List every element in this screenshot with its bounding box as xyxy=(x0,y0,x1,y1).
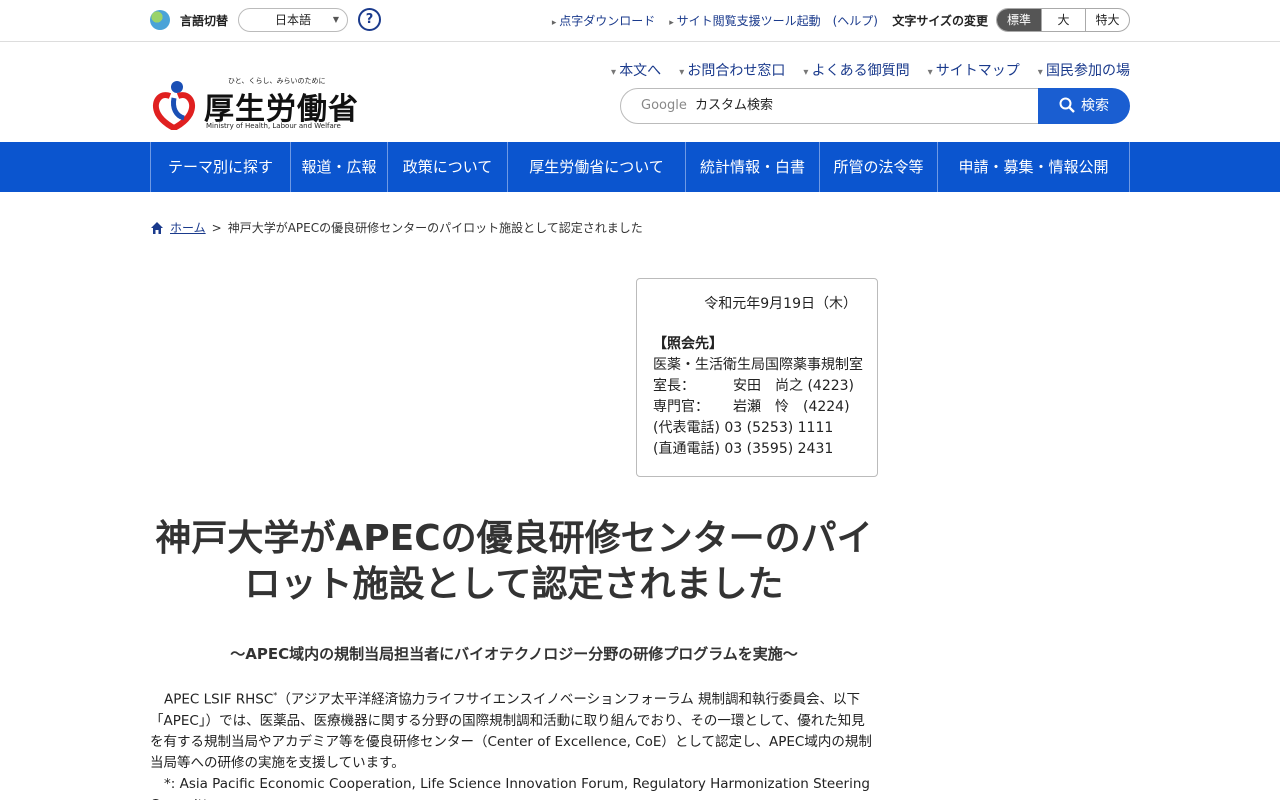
intro-paragraph: APEC LSIF RHSC*（アジア太平洋経済協力ライフサイエンスイノベーショ… xyxy=(150,685,878,774)
skip-to-content-link[interactable]: 本文へ xyxy=(611,60,661,80)
release-date: 令和元年9月19日（木） xyxy=(704,296,857,312)
nav-item-applications[interactable]: 申請・募集・情報公開 xyxy=(938,142,1130,192)
google-label: Google xyxy=(641,98,687,113)
nav-item-press[interactable]: 報道・広報 xyxy=(291,142,388,192)
font-size-label: 文字サイズの変更 xyxy=(892,14,988,28)
language-select[interactable]: 日本語 ▼ xyxy=(238,8,348,32)
utility-bar: 言語切替 日本語 ▼ ? 点字ダウンロード サイト閲覧支援ツール起動 (ヘルプ)… xyxy=(0,0,1280,42)
breadcrumb-home-link[interactable]: ホーム xyxy=(170,219,206,236)
contact-link[interactable]: お問合わせ窓口 xyxy=(679,60,785,80)
logo-english: Ministry of Health, Labour and Welfare xyxy=(206,122,341,130)
nav-item-laws[interactable]: 所管の法令等 xyxy=(820,142,938,192)
help-icon[interactable]: ? xyxy=(358,8,381,31)
font-size-standard-button[interactable]: 標準 xyxy=(997,9,1041,31)
faq-link[interactable]: よくある御質問 xyxy=(803,60,910,80)
nav-item-about[interactable]: 厚生労働省について xyxy=(508,142,686,192)
contact-department: 医薬・生活衛生局国際薬事規制室 xyxy=(653,357,863,373)
home-icon xyxy=(151,221,163,234)
search-input[interactable]: Google カスタム検索 xyxy=(620,88,1060,124)
search-icon xyxy=(1059,97,1075,113)
font-size-switcher: 標準 大 特大 xyxy=(996,8,1130,32)
direct-phone: (直通電話) 03 (3595) 2431 xyxy=(653,441,834,457)
language-switch-label: 言語切替 xyxy=(180,14,229,28)
dropdown-arrow-icon: ▼ xyxy=(332,15,339,24)
breadcrumb-current: 神戸大学がAPECの優良研修センターのパイロット施設として認定されました xyxy=(227,221,643,235)
language-select-value: 日本語 xyxy=(275,13,312,27)
font-size-xlarge-button[interactable]: 特大 xyxy=(1085,9,1129,31)
contact-heading: 【照会先】 xyxy=(653,336,723,352)
accessibility-tool-link[interactable]: サイト閲覧支援ツール起動 (ヘルプ) xyxy=(669,12,878,29)
sitemap-link[interactable]: サイトマップ xyxy=(928,60,1020,80)
contact-row-label: 専門官： xyxy=(653,399,709,415)
header-links: 本文へ お問合わせ窓口 よくある御質問 サイトマップ 国民参加の場 xyxy=(611,60,1130,80)
mhlw-logo-icon xyxy=(152,81,196,130)
search-button-label: 検索 xyxy=(1081,98,1109,114)
representative-phone: (代表電話) 03 (5253) 1111 xyxy=(653,420,834,436)
site-logo[interactable]: ひと、くらし、みらいのために 厚生労働省 Ministry of Health,… xyxy=(150,72,360,132)
footnote: *: Asia Pacific Economic Cooperation, Li… xyxy=(150,775,870,800)
site-header: ひと、くらし、みらいのために 厚生労働省 Ministry of Health,… xyxy=(150,42,1130,142)
search-placeholder: カスタム検索 xyxy=(694,98,773,113)
breadcrumb-separator: > xyxy=(211,220,222,235)
contact-box: 令和元年9月19日（木） 【照会先】 医薬・生活衛生局国際薬事規制室 室長： 安田… xyxy=(636,278,878,477)
contact-row: 専門官： 岩瀬 怜 (4224) xyxy=(653,397,877,418)
public-participation-link[interactable]: 国民参加の場 xyxy=(1038,60,1130,80)
font-size-large-button[interactable]: 大 xyxy=(1041,9,1085,31)
braille-download-link[interactable]: 点字ダウンロード xyxy=(552,12,655,29)
search-button[interactable]: 検索 xyxy=(1038,88,1130,124)
page-subtitle: ～APEC域内の規制当局担当者にバイオテクノロジー分野の研修プログラムを実施～ xyxy=(230,645,798,663)
contact-row-value: 岩瀬 怜 (4224) xyxy=(733,399,850,415)
contact-row: 室長： 安田 尚之 (4223) xyxy=(653,376,877,397)
contact-row-label: 室長： xyxy=(653,378,695,394)
utility-links: 点字ダウンロード サイト閲覧支援ツール起動 (ヘルプ) xyxy=(552,12,878,29)
page-title: 神戸大学がAPECの優良研修センターのパイロット施設として認定されました xyxy=(155,518,873,605)
breadcrumb: ホーム > 神戸大学がAPECの優良研修センターのパイロット施設として認定されま… xyxy=(150,219,643,236)
nav-item-themes[interactable]: テーマ別に探す xyxy=(151,142,291,192)
article-body: APEC LSIF RHSC*（アジア太平洋経済協力ライフサイエンスイノベーショ… xyxy=(150,685,878,800)
intro-lead: APEC LSIF RHSC xyxy=(164,691,274,708)
global-nav: テーマ別に探す 報道・広報 政策について 厚生労働省について 統計情報・白書 所… xyxy=(0,142,1280,192)
globe-icon xyxy=(150,10,170,30)
nav-item-policy[interactable]: 政策について xyxy=(388,142,508,192)
contact-row-value: 安田 尚之 (4223) xyxy=(733,378,855,394)
nav-item-statistics[interactable]: 統計情報・白書 xyxy=(686,142,820,192)
site-search: Google カスタム検索 検索 xyxy=(620,88,1130,124)
